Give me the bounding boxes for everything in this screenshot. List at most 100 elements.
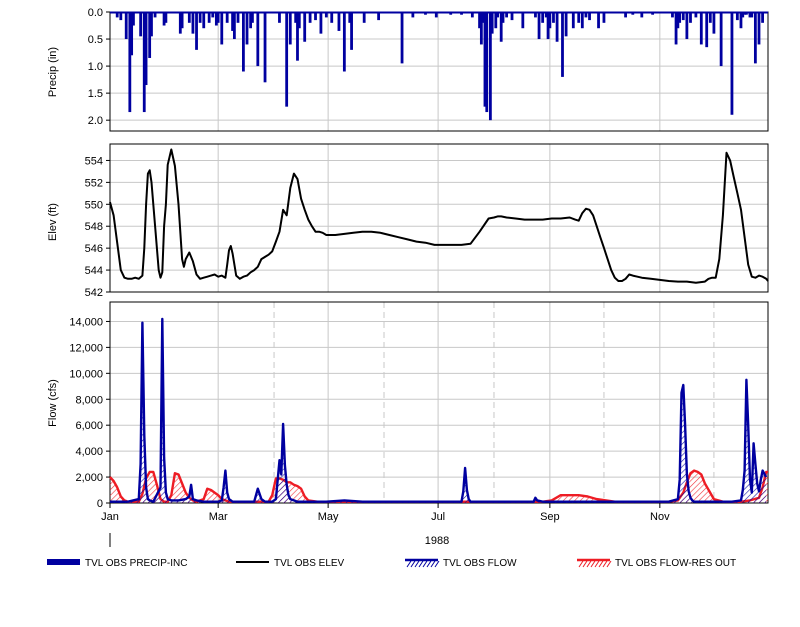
precip-bar (263, 12, 267, 83)
precip-bar (303, 12, 307, 42)
precip-bar (753, 12, 757, 64)
elev-ytick-label: 548 (85, 221, 103, 233)
precip-bar (278, 12, 281, 23)
legend-swatch-hatch (582, 560, 588, 568)
precip-ytick-label: 1.0 (88, 61, 103, 73)
legend-swatch-hatch (590, 560, 596, 568)
precip-bar (400, 12, 404, 64)
precip-bar (761, 12, 764, 23)
elev-ytick-label: 542 (85, 287, 103, 299)
precip-bar (297, 12, 301, 29)
legend-swatch-hatch (430, 560, 436, 568)
precip-bar (150, 12, 153, 37)
flow-ytick-label: 0 (97, 498, 103, 510)
precip-bar (685, 12, 689, 40)
precip-bar (187, 12, 191, 23)
flow-xtick-label: Jul (431, 511, 445, 523)
hydrograph-figure: 0.0 0.5 1.0 1.5 2.0 542 544 546 548 550 552 554 0 2… (0, 0, 800, 627)
precip-bar (202, 12, 206, 29)
precip-bar (207, 12, 211, 23)
precip-bar (144, 12, 148, 86)
res-out-series-area (110, 470, 768, 503)
precip-bar (699, 12, 703, 45)
precip-bar (521, 12, 525, 29)
legend-swatch-hatch (418, 560, 424, 568)
precip-ytick-label: 1.5 (88, 88, 103, 100)
precip-bar (580, 12, 584, 29)
precip-frame (109, 11, 769, 132)
elev-panel: 542 544 546 548 550 552 554 (85, 143, 769, 299)
precip-bar (362, 12, 366, 23)
flow-xtick-label: Jan (101, 511, 119, 523)
precip-ytick-label: 0.0 (88, 7, 103, 19)
elev-ylabel: Elev (ft) (47, 203, 59, 241)
precip-bar (198, 12, 202, 23)
precip-bar (541, 12, 545, 23)
legend-swatch-precip (47, 559, 80, 565)
precip-bar (730, 12, 734, 115)
legend-swatch-hatch (426, 560, 432, 568)
precip-panel: 0.0 0.5 1.0 1.5 2.0 (88, 7, 769, 132)
precip-bar (251, 12, 254, 23)
flow-ytick-label: 14,000 (69, 316, 103, 328)
precip-ytick-label: 0.5 (88, 34, 103, 46)
precip-bar (195, 12, 198, 50)
elev-ytick-label: 552 (85, 177, 103, 189)
precip-bar (330, 12, 334, 23)
legend-swatch-hatch (410, 560, 416, 568)
precip-bar (225, 12, 229, 23)
precip-bar (350, 12, 353, 50)
precip-bar (678, 12, 682, 23)
legend-swatch-hatch (594, 560, 600, 568)
flow-ylabel: Flow (cfs) (47, 379, 59, 427)
precip-bar (256, 12, 260, 67)
precip-bar (245, 12, 249, 45)
precip-bar (342, 12, 346, 72)
precip-bar (712, 12, 716, 34)
precip-bar (719, 12, 723, 67)
legend-swatch-hatch (422, 560, 428, 568)
precip-bar (337, 12, 341, 31)
precip-bar (537, 12, 541, 40)
precip-bar (689, 12, 692, 23)
x-axis-year-label: 1988 (425, 535, 449, 547)
precip-bar (164, 12, 168, 23)
legend-swatch-hatch (406, 560, 412, 568)
legend: TVL OBS PRECIP-INC TVL OBS ELEV TVL OBS FL… (47, 558, 736, 569)
legend-swatch-hatch (578, 560, 584, 568)
precip-bar (564, 12, 568, 37)
precip-bar (236, 12, 240, 23)
legend-swatch-hatch (414, 560, 420, 568)
flow-xtick-label: Sep (540, 511, 560, 523)
legend-swatch-hatch (602, 560, 608, 568)
flow-frame (109, 301, 769, 504)
flow-xtick-label: Nov (650, 511, 670, 523)
precip-bar (561, 12, 564, 77)
legend-label: TVL OBS PRECIP-INC (85, 558, 187, 569)
precip-bar (571, 12, 575, 29)
elev-ytick-label: 546 (85, 243, 103, 255)
hydrograph-svg: 0.0 0.5 1.0 1.5 2.0 542 544 546 548 550 552 554 0 2… (47, 7, 769, 569)
flow-ytick-label: 6,000 (75, 420, 103, 432)
legend-label: TVL OBS FLOW-RES OUT (615, 558, 736, 569)
precip-bar (485, 12, 489, 113)
flow-ytick-label: 4,000 (75, 446, 103, 458)
legend-swatch-hatch (606, 560, 612, 568)
precip-bar (285, 12, 289, 107)
precip-bar (319, 12, 323, 34)
flow-xtick-label: Mar (209, 511, 228, 523)
precip-bar (216, 12, 220, 23)
precip-bar (242, 12, 245, 72)
flow-ytick-label: 8,000 (75, 394, 103, 406)
precip-bar (490, 12, 494, 34)
precip-ytick-label: 2.0 (88, 115, 103, 127)
precip-ylabel: Precip (in) (47, 47, 59, 97)
precip-bar (501, 12, 505, 23)
precip-bar (220, 12, 224, 45)
elev-ytick-label: 550 (85, 199, 103, 211)
precip-bar (757, 12, 761, 45)
precip-bar (602, 12, 606, 23)
elev-series-line (109, 148, 769, 284)
elev-ytick-label: 554 (85, 155, 103, 167)
precip-bar (191, 12, 195, 34)
